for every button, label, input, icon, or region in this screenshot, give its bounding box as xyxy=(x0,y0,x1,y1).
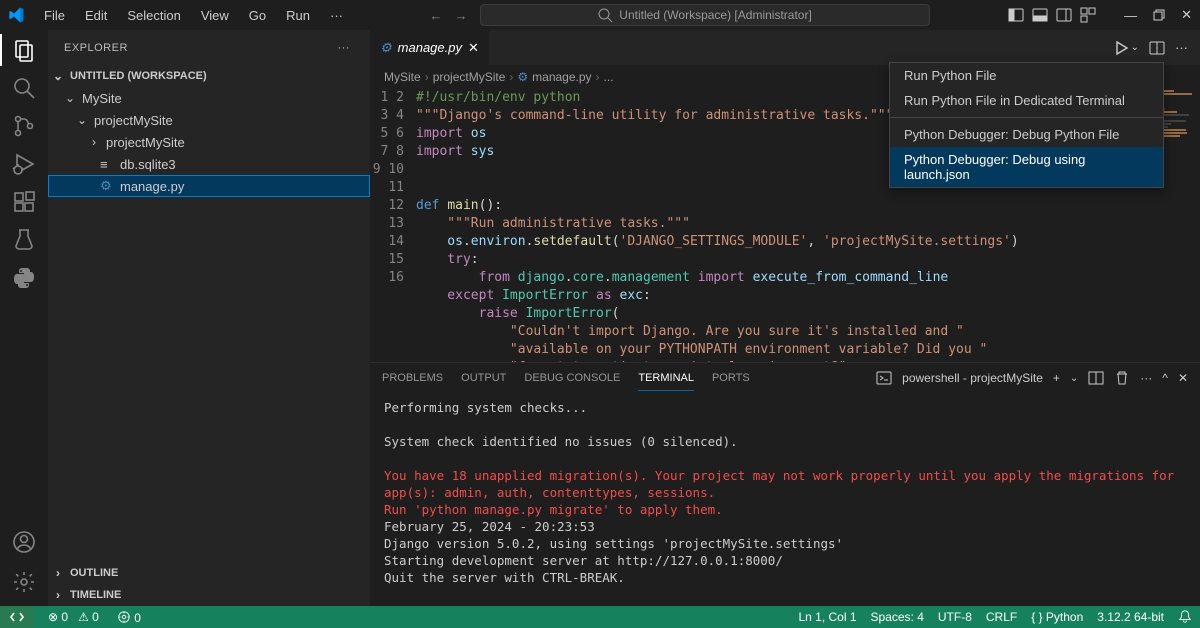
menu-debug-python-file[interactable]: Python Debugger: Debug Python File xyxy=(890,122,1163,147)
menu-go[interactable]: Go xyxy=(241,4,274,27)
menu-view[interactable]: View xyxy=(193,4,237,27)
workspace-header[interactable]: ⌄UNTITLED (WORKSPACE) xyxy=(48,65,370,87)
terminal-cursor xyxy=(732,606,739,607)
panel-tab-ports[interactable]: PORTS xyxy=(712,366,750,390)
menubar: File Edit Selection View Go Run ··· xyxy=(36,4,351,27)
python-file-icon: ⚙ xyxy=(380,40,392,56)
tab-close-icon[interactable]: ✕ xyxy=(468,40,479,56)
menu-file[interactable]: File xyxy=(36,4,73,27)
python-file-icon: ⚙ xyxy=(517,70,528,84)
status-language[interactable]: { } Python xyxy=(1031,610,1083,624)
status-interpreter[interactable]: 3.12.2 64-bit xyxy=(1097,610,1164,624)
vscode-logo-icon xyxy=(8,7,24,23)
nav-forward-icon[interactable]: → xyxy=(455,8,468,23)
status-ports[interactable]: 0 xyxy=(117,610,141,625)
titlebar: File Edit Selection View Go Run ··· ← → … xyxy=(0,0,1200,30)
nav-back-icon[interactable]: ← xyxy=(430,8,443,23)
editor-tabs: ⚙ manage.py ✕ ⌄ ··· Run Python File Run … xyxy=(370,30,1200,65)
menu-run[interactable]: Run xyxy=(278,4,318,27)
terminal-shell-label[interactable]: powershell - projectMySite xyxy=(902,371,1043,385)
customize-layout-icon[interactable] xyxy=(1080,7,1096,23)
status-errors[interactable]: ⊗ 0 xyxy=(48,610,68,624)
activity-python-icon[interactable] xyxy=(12,266,36,290)
python-file-icon: ⚙ xyxy=(100,178,116,194)
status-indent[interactable]: Spaces: 4 xyxy=(871,610,924,624)
panel-tab-terminal[interactable]: TERMINAL xyxy=(638,366,694,391)
remote-indicator[interactable] xyxy=(0,606,34,628)
status-warnings[interactable]: ⚠ 0 xyxy=(78,610,99,624)
activity-settings-icon[interactable] xyxy=(12,570,36,594)
tree-file-dbsqlite[interactable]: ≡db.sqlite3 xyxy=(48,153,370,175)
activity-extensions-icon[interactable] xyxy=(12,190,36,214)
menu-run-python-file[interactable]: Run Python File xyxy=(890,63,1163,88)
toggle-panel-icon[interactable] xyxy=(1032,7,1048,23)
command-center[interactable]: Untitled (Workspace) [Administrator] xyxy=(480,4,930,26)
editor-more-icon[interactable]: ··· xyxy=(1175,40,1188,55)
panel-close-icon[interactable]: ✕ xyxy=(1178,371,1188,385)
run-dropdown-menu: Run Python File Run Python File in Dedic… xyxy=(889,62,1164,188)
panel-tab-problems[interactable]: PROBLEMS xyxy=(382,366,443,390)
file-tree: ⌄UNTITLED (WORKSPACE) ⌄MySite ⌄projectMy… xyxy=(48,65,370,562)
run-button[interactable]: ⌄ xyxy=(1113,40,1139,56)
split-editor-icon[interactable] xyxy=(1149,40,1165,56)
explorer-sidebar: EXPLORER ··· ⌄UNTITLED (WORKSPACE) ⌄MySi… xyxy=(48,30,370,606)
title-search-text: Untitled (Workspace) [Administrator] xyxy=(619,8,812,22)
terminal-dropdown-icon[interactable]: ⌄ xyxy=(1070,373,1078,384)
new-terminal-icon[interactable]: + xyxy=(1053,371,1060,385)
outline-header[interactable]: ›OUTLINE xyxy=(48,562,370,584)
tab-label: manage.py xyxy=(398,40,462,55)
menu-run-dedicated-terminal[interactable]: Run Python File in Dedicated Terminal xyxy=(890,88,1163,113)
menu-selection[interactable]: Selection xyxy=(119,4,188,27)
panel-tabs: PROBLEMS OUTPUT DEBUG CONSOLE TERMINAL P… xyxy=(370,363,1200,393)
activity-run-debug-icon[interactable] xyxy=(12,152,36,176)
window-restore-icon[interactable] xyxy=(1151,7,1167,23)
window-minimize-icon[interactable]: — xyxy=(1124,8,1137,23)
toggle-secondary-sidebar-icon[interactable] xyxy=(1056,7,1072,23)
play-icon xyxy=(1113,40,1129,56)
menu-more[interactable]: ··· xyxy=(322,4,351,27)
status-notifications-icon[interactable] xyxy=(1178,609,1192,626)
panel-more-icon[interactable]: ··· xyxy=(1140,371,1152,385)
panel-tab-debug-console[interactable]: DEBUG CONSOLE xyxy=(524,366,620,390)
menu-separator xyxy=(890,117,1163,118)
kill-terminal-icon[interactable] xyxy=(1114,370,1130,386)
panel-maximize-icon[interactable]: ^ xyxy=(1162,371,1168,385)
toggle-primary-sidebar-icon[interactable] xyxy=(1008,7,1024,23)
status-bar: ⊗ 0 ⚠ 0 0 Ln 1, Col 1 Spaces: 4 UTF-8 CR… xyxy=(0,606,1200,628)
tree-folder-projectmysite-inner[interactable]: ›projectMySite xyxy=(48,131,370,153)
tree-folder-mysite[interactable]: ⌄MySite xyxy=(48,87,370,109)
status-eol[interactable]: CRLF xyxy=(986,610,1017,624)
activity-accounts-icon[interactable] xyxy=(12,530,36,554)
status-encoding[interactable]: UTF-8 xyxy=(938,610,972,624)
editor-group: ⚙ manage.py ✕ ⌄ ··· Run Python File Run … xyxy=(370,30,1200,606)
sidebar-title: EXPLORER xyxy=(64,42,128,54)
tree-file-managepy[interactable]: ⚙manage.py xyxy=(48,175,370,197)
sidebar-more-icon[interactable]: ··· xyxy=(338,42,351,54)
activity-explorer-icon[interactable] xyxy=(12,38,36,62)
tab-managepy[interactable]: ⚙ manage.py ✕ xyxy=(370,30,490,65)
window-close-icon[interactable]: ✕ xyxy=(1181,7,1192,23)
search-icon xyxy=(597,7,613,23)
bottom-panel: PROBLEMS OUTPUT DEBUG CONSOLE TERMINAL P… xyxy=(370,362,1200,606)
tree-folder-projectmysite[interactable]: ⌄projectMySite xyxy=(48,109,370,131)
run-dropdown-chevron-icon[interactable]: ⌄ xyxy=(1131,42,1139,53)
split-terminal-icon[interactable] xyxy=(1088,370,1104,386)
activity-source-control-icon[interactable] xyxy=(12,114,36,138)
activity-testing-icon[interactable] xyxy=(12,228,36,252)
line-numbers: 1 2 3 4 5 6 7 8 9 10 11 12 13 14 15 16 xyxy=(370,89,416,362)
database-file-icon: ≡ xyxy=(100,157,116,172)
activity-search-icon[interactable] xyxy=(12,76,36,100)
terminal-shell-icon xyxy=(876,370,892,386)
menu-debug-launch-json[interactable]: Python Debugger: Debug using launch.json xyxy=(890,147,1163,187)
status-cursor[interactable]: Ln 1, Col 1 xyxy=(798,610,856,624)
terminal-prompt: PS C:\Users\New\Desktop\MySite\projectMy… xyxy=(384,604,730,606)
panel-tab-output[interactable]: OUTPUT xyxy=(461,366,506,390)
menu-edit[interactable]: Edit xyxy=(77,4,115,27)
activity-bar xyxy=(0,30,48,606)
timeline-header[interactable]: ›TIMELINE xyxy=(48,584,370,606)
terminal-content[interactable]: Performing system checks... System check… xyxy=(370,393,1200,606)
